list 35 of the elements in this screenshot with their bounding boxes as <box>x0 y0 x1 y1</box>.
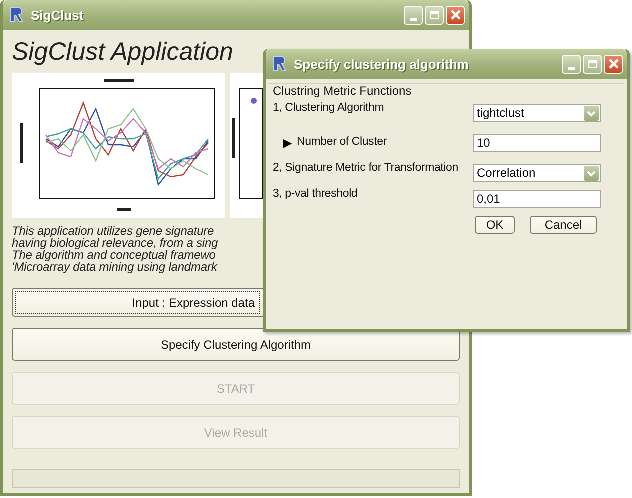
input-field[interactable]: 10 <box>473 134 601 152</box>
action-button[interactable]: Specify Clustering Algorithm <box>12 328 460 361</box>
close-button[interactable] <box>604 54 623 74</box>
field-label: 1, Clustering Algorithm <box>273 102 386 114</box>
axis-label-mark <box>232 118 235 158</box>
axis-label-mark <box>117 208 131 211</box>
field-label: 3, p-val threshold <box>273 188 359 200</box>
minimize-button[interactable] <box>404 6 423 24</box>
axis-label-mark <box>20 123 23 163</box>
maximize-button[interactable] <box>425 6 444 24</box>
dropdown[interactable]: Correlation <box>473 164 601 182</box>
minimize-button[interactable] <box>562 54 581 74</box>
field-label: Number of Cluster <box>297 136 387 148</box>
group-label: Clustring Metric Functions <box>273 84 412 98</box>
r-logo-icon <box>9 7 25 23</box>
dropdown[interactable]: tightclust <box>473 104 601 122</box>
dialog-button[interactable]: OK <box>475 216 515 234</box>
chevron-down-icon <box>584 106 599 120</box>
chevron-down-icon <box>584 166 599 180</box>
close-button[interactable] <box>446 6 465 24</box>
plot-title-mark <box>104 79 134 82</box>
window-title: SigClust <box>31 8 85 22</box>
field-label: 2, Signature Metric for Transformation <box>273 162 460 174</box>
description-text: This application utilizes gene signature having biological relevance, from a sing The algorithm and conceptual framewo 'Microarray data mining using landmark <box>12 225 220 273</box>
close-icon <box>608 58 620 70</box>
maximize-button[interactable] <box>583 54 602 74</box>
close-icon <box>450 9 462 21</box>
r-logo-icon <box>272 56 288 72</box>
app-heading: SigClust Application <box>12 38 234 67</box>
data-point <box>251 98 257 104</box>
window-title: Specify clustering algorithm <box>294 56 470 72</box>
marker-icon: ▶ <box>283 136 292 150</box>
input-field[interactable]: 0,01 <box>473 190 601 208</box>
dialog-button[interactable]: Cancel <box>530 216 597 234</box>
action-button[interactable]: Input : Expression data <box>12 288 263 317</box>
